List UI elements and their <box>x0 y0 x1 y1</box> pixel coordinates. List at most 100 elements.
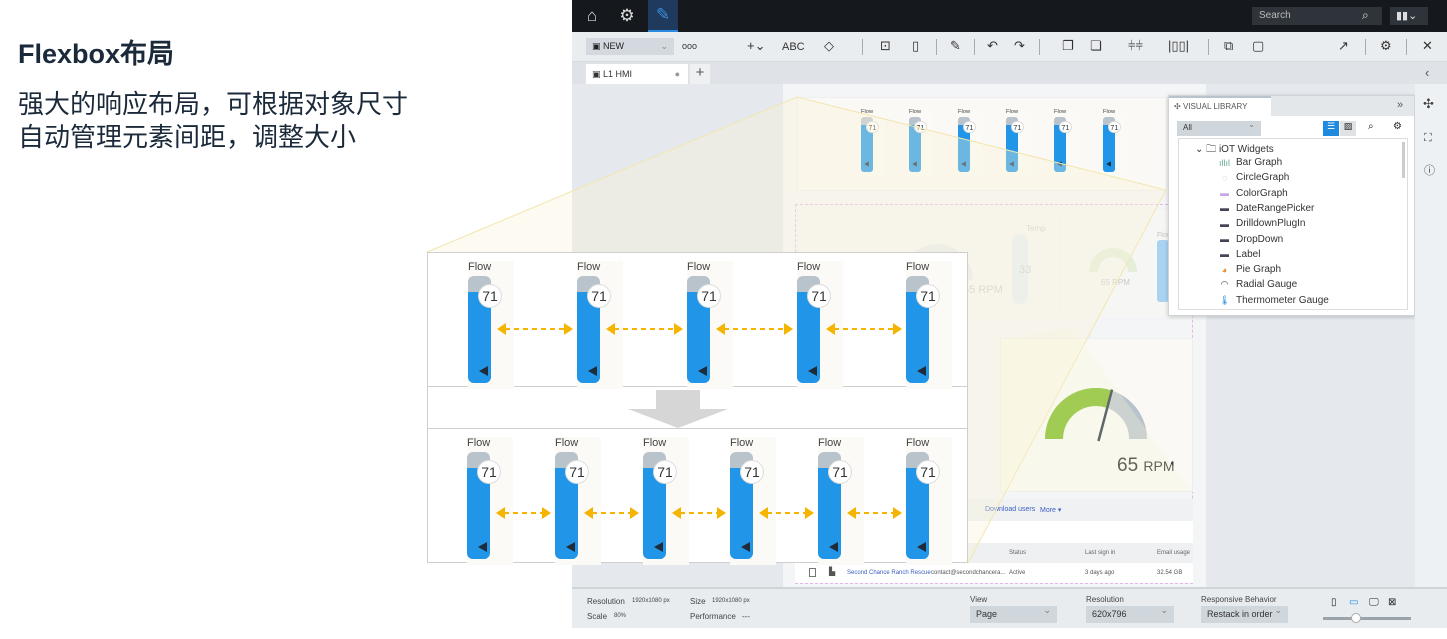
zoom-slider[interactable] <box>1323 613 1411 623</box>
text-tool-button[interactable]: ABC <box>782 41 805 53</box>
library-item[interactable]: ◠ Radial Gauge <box>1219 279 1298 290</box>
gauge-pointer-icon <box>864 161 870 167</box>
library-item[interactable]: ▬ Label <box>1219 249 1260 260</box>
library-item[interactable]: ▬ ColorGraph <box>1219 188 1288 199</box>
flow-gauge[interactable]: Flow 71 <box>1006 109 1030 176</box>
thumbnail-view-icon[interactable]: ▨ <box>1340 121 1356 136</box>
col-email-usage: Email usage <box>1157 550 1191 556</box>
color-graph-icon: ▬ <box>1220 188 1229 199</box>
info-icon[interactable]: ⓘ <box>1424 162 1435 178</box>
download-users-link[interactable]: Download users <box>985 506 1035 513</box>
close-icon[interactable]: ✕ <box>1422 38 1433 54</box>
bring-front-icon[interactable]: ❐ <box>1062 38 1074 54</box>
responsive-select[interactable]: Restack in order <box>1201 605 1288 623</box>
gear-icon[interactable]: ⚙ <box>612 0 642 32</box>
select-icon[interactable]: ⛶ <box>1424 132 1432 145</box>
gauge-value-badge: 71 <box>1059 120 1072 134</box>
visual-library-title: VISUAL LIBRARY <box>1182 102 1248 111</box>
flow-gauge[interactable]: Flow 71 <box>958 109 982 176</box>
distribute-icon[interactable]: |▯▯| <box>1168 38 1189 54</box>
tab-bar: ▣ L1 HMI ● + ‹ <box>572 62 1447 84</box>
library-item[interactable]: ıllıl Bar Graph <box>1219 157 1282 168</box>
flow-gauge[interactable]: Flow 71 <box>906 437 952 565</box>
flow-gauge[interactable]: Flow 71 <box>467 437 513 565</box>
gauge-value-badge: 71 <box>1108 120 1121 134</box>
tab-l1-hmi[interactable]: ▣ L1 HMI ● <box>586 64 688 84</box>
more-menu[interactable]: More ▾ <box>1040 506 1061 514</box>
brush-icon[interactable]: ✎ <box>648 0 678 32</box>
tablet-icon[interactable]: ▭ <box>1349 597 1358 608</box>
add-tab-button[interactable]: + <box>690 64 710 84</box>
flow-gauge[interactable]: Flow 71 <box>730 437 776 565</box>
flow-gauge[interactable]: Flow 71 <box>818 437 864 565</box>
more-icon[interactable]: ooo <box>682 41 697 51</box>
flow-gauge[interactable]: Flow 71 <box>906 261 952 389</box>
table-row[interactable]: ▙ Second Chance Ranch Rescue contact@sec… <box>795 563 1193 583</box>
col-status: Status <box>1009 550 1027 556</box>
search-icon[interactable]: ⌕ <box>1368 121 1374 132</box>
settings-icon[interactable]: ⚙ <box>1393 121 1402 132</box>
thermometer-icon: 🌡 <box>1219 294 1231 305</box>
settings-icon[interactable]: ⚙ <box>1380 38 1392 54</box>
spacing-arrow-icon <box>497 323 573 335</box>
add-icon[interactable]: +⌄ <box>747 38 765 54</box>
radial-gauge[interactable]: 65 RPM <box>1000 338 1193 492</box>
library-item[interactable]: ▬ DateRangePicker <box>1219 203 1314 214</box>
home-icon[interactable]: ⌂ <box>577 0 607 32</box>
gauge-label: Flow <box>1103 109 1116 115</box>
widgets-icon[interactable]: ✣ <box>1423 96 1434 112</box>
flow-gauge[interactable]: Flow 71 <box>909 109 933 176</box>
collapse-panel-button[interactable]: ‹ <box>1425 65 1429 80</box>
flow-gauge[interactable]: Flow 71 <box>643 437 689 565</box>
gauge-value-badge: 71 <box>828 460 852 484</box>
gauge-value-badge: 71 <box>916 284 940 308</box>
send-back-icon[interactable]: ❏ <box>1090 38 1102 54</box>
layout-icon[interactable]: ▮▮⌄ <box>1390 7 1428 25</box>
filter-select[interactable]: All <box>1177 120 1261 136</box>
popout-icon[interactable]: ↗ <box>1338 38 1349 54</box>
widget-icon: ▬ <box>1220 234 1229 244</box>
bar-graph-icon: ıllıl <box>1219 157 1230 168</box>
widget-icon: ▬ <box>1220 249 1229 260</box>
gauge-value-badge: 71 <box>478 284 502 308</box>
scrollbar[interactable] <box>1402 142 1405 178</box>
expand-icon[interactable]: » <box>1397 99 1403 111</box>
search-icon[interactable]: ⌕ <box>1362 8 1369 23</box>
library-item[interactable]: ▬ DropDown <box>1219 234 1283 245</box>
flow-gauge[interactable]: Flow 71 <box>555 437 601 565</box>
zoom-slider-handle[interactable] <box>1350 613 1361 623</box>
library-item[interactable]: ◌ CircleGraph <box>1219 172 1290 183</box>
align-icon[interactable]: ⫩⫩ <box>1128 38 1143 54</box>
redo-icon[interactable]: ↷ <box>1014 38 1025 54</box>
new-dropdown[interactable]: ▣ NEW ⌄ <box>586 38 674 55</box>
gauge-label: Flow <box>958 109 971 115</box>
ungroup-icon[interactable]: ▢ <box>1252 38 1264 54</box>
library-item[interactable]: ◕ Pie Graph <box>1219 264 1281 275</box>
flow-gauge[interactable]: Flow 71 <box>1103 109 1127 176</box>
view-select[interactable]: Page <box>970 605 1057 623</box>
folder-label: iOT Widgets <box>1218 144 1274 155</box>
resolution-select-label: Resolution <box>1086 595 1124 604</box>
undo-icon[interactable]: ↶ <box>987 38 998 54</box>
library-item[interactable]: ▬ DrilldownPlugIn <box>1219 218 1305 229</box>
library-item[interactable]: 🌡 Thermometer Gauge <box>1219 295 1329 306</box>
flow-gauge[interactable]: Flow 71 <box>861 109 885 176</box>
resolution-select[interactable]: 620x796 <box>1086 605 1174 623</box>
flow-gauge[interactable]: Flow 71 <box>1054 109 1078 176</box>
group-icon[interactable]: ⧉ <box>1224 38 1233 54</box>
row-name[interactable]: Second Chance Ranch Rescue <box>847 570 931 576</box>
flow-gauge-container[interactable]: Flow 71 Flow 71 Flow 71 Flow 71 Flow 71 Flow 71 <box>797 97 1167 191</box>
list-view-icon[interactable]: ☰ <box>1323 121 1339 136</box>
gauge-label: Flow <box>467 437 491 449</box>
resolution-label: Resolution <box>587 597 625 606</box>
shapes-icon[interactable]: ◇ <box>824 38 834 54</box>
new-page-icon[interactable]: ⊡ <box>880 38 891 54</box>
custom-size-icon[interactable]: ⊠ <box>1388 597 1396 608</box>
page-icon[interactable]: ▯ <box>912 38 919 54</box>
desktop-icon[interactable]: 🖵 <box>1369 597 1379 608</box>
mobile-icon[interactable]: ▯ <box>1331 597 1337 608</box>
brush-tool-icon[interactable]: ✎ <box>950 38 961 54</box>
library-item-label: Thermometer Gauge <box>1236 294 1329 306</box>
row-checkbox[interactable] <box>809 568 816 577</box>
visual-library-tab[interactable]: ✣ VISUAL LIBRARY <box>1169 96 1271 116</box>
